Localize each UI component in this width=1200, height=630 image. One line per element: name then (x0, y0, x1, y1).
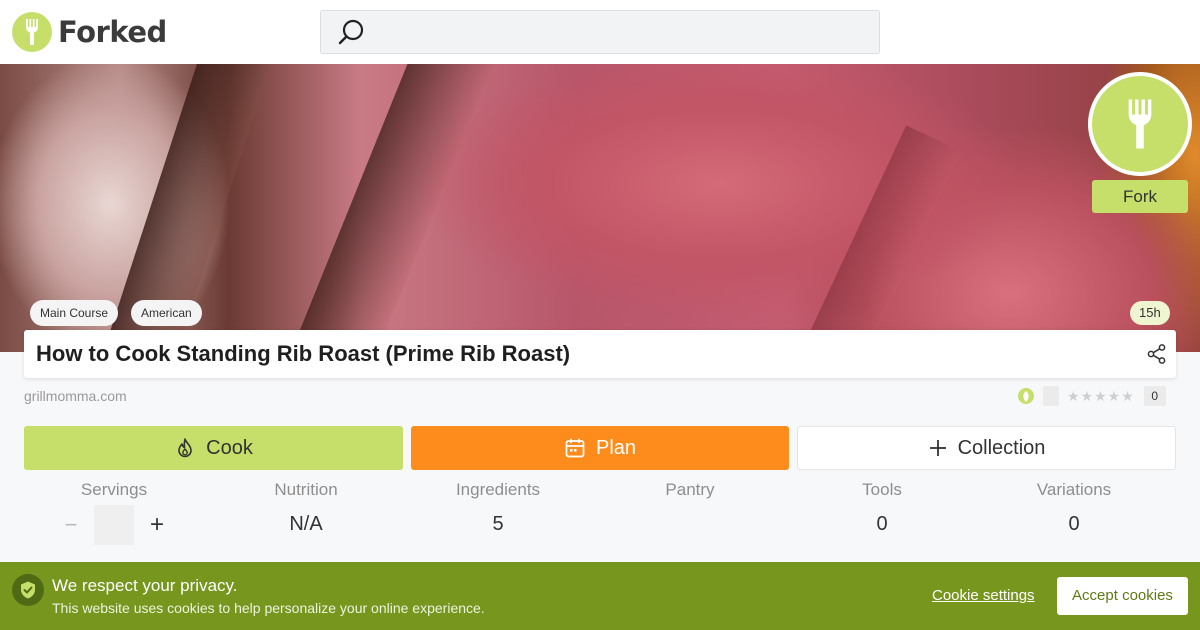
plan-button[interactable]: Plan (411, 426, 789, 470)
search-input[interactable] (377, 17, 857, 47)
ingredients-label: Ingredients (455, 480, 541, 499)
share-icon[interactable] (1146, 343, 1168, 365)
rating-count: 0 (1143, 386, 1166, 406)
pantry-label: Pantry (665, 480, 715, 499)
search-bar[interactable] (320, 10, 880, 54)
servings-input[interactable] (94, 505, 134, 545)
leaf-icon (1018, 388, 1034, 404)
time-badge: 15h (1130, 301, 1170, 325)
logo[interactable]: Forked (12, 12, 167, 52)
plus-icon (929, 440, 946, 456)
servings-label: Servings (80, 480, 148, 499)
variations-label: Variations (1036, 480, 1112, 499)
recipe-title-bar: How to Cook Standing Rib Roast (Prime Ri… (24, 330, 1176, 378)
cookie-title: We respect your privacy. (52, 576, 238, 595)
header: Forked (0, 0, 1200, 64)
fork-button[interactable]: Fork (1092, 180, 1188, 213)
nutrition-value[interactable]: N/A (216, 513, 396, 536)
fork-logo-icon (12, 12, 52, 52)
search-icon (338, 19, 364, 45)
tag-american[interactable]: American (131, 300, 202, 326)
tools-label: Tools (862, 480, 902, 499)
variations-value[interactable]: 0 (984, 513, 1164, 536)
servings-stepper: − + (58, 505, 170, 545)
collection-button[interactable]: Collection (797, 426, 1176, 470)
cookie-settings-link[interactable]: Cookie settings (932, 587, 1035, 604)
shield-check-icon (12, 574, 44, 606)
rating-widget: ★★★★★ 0 (1018, 386, 1166, 406)
plan-button-label: Plan (595, 436, 637, 459)
recipe-source-link[interactable]: grillmomma.com (24, 388, 127, 404)
ingredients-value[interactable]: 5 (408, 513, 588, 536)
calendar-icon (565, 438, 585, 458)
rating-box (1043, 386, 1059, 406)
tag-main-course[interactable]: Main Course (30, 300, 119, 326)
cook-button[interactable]: Cook (24, 426, 403, 470)
recipe-title: How to Cook Standing Rib Roast (Prime Ri… (36, 341, 571, 366)
fork-circle-icon[interactable] (1088, 72, 1192, 176)
accept-cookies-button[interactable]: Accept cookies (1057, 577, 1188, 615)
nutrition-label: Nutrition (274, 480, 338, 499)
collection-button-label: Collection (957, 436, 1046, 459)
cook-button-label: Cook (206, 436, 253, 459)
star-rating[interactable]: ★★★★★ (1067, 388, 1135, 405)
increase-servings-button[interactable]: + (144, 511, 170, 539)
brand-name: Forked (58, 15, 167, 49)
cookie-text: This website uses cookies to help person… (52, 600, 485, 616)
decrease-servings-button[interactable]: − (58, 512, 84, 538)
cookie-banner: We respect your privacy. This website us… (0, 562, 1200, 630)
flame-icon (178, 438, 192, 458)
tools-value[interactable]: 0 (792, 513, 972, 536)
